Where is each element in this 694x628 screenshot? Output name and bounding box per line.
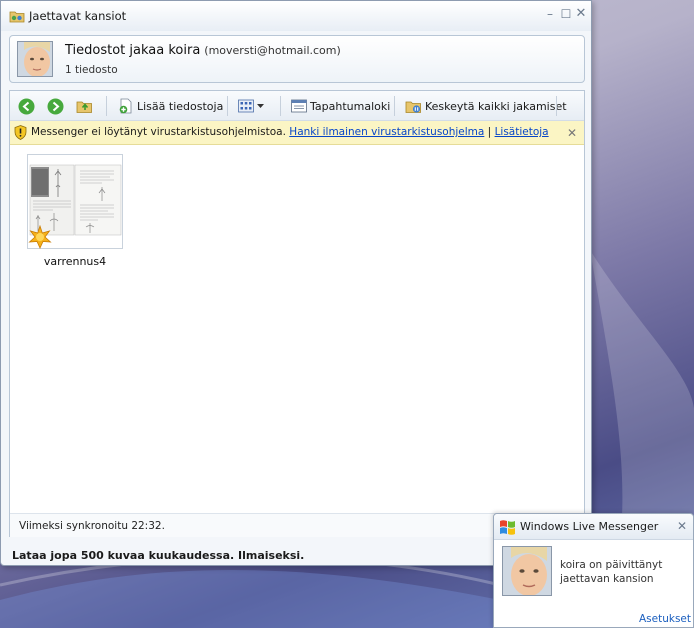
- add-file-icon: [119, 98, 132, 114]
- add-files-button[interactable]: Lisää tiedostoja: [118, 97, 223, 115]
- file-thumbnail[interactable]: [27, 154, 123, 249]
- new-star-icon: [28, 225, 52, 249]
- pause-folder-icon: [405, 101, 421, 113]
- event-log-button[interactable]: Tapahtumaloki: [291, 97, 390, 115]
- antivirus-message-text: Messenger ei löytänyt virustarkistusohje…: [31, 126, 286, 138]
- pause-sharing-label: Keskeytä kaikki jakamiset: [425, 99, 567, 113]
- pause-sharing-button[interactable]: Keskeytä kaikki jakamiset: [405, 97, 567, 115]
- avatar: [502, 546, 552, 596]
- arrow-left-icon: [18, 98, 35, 114]
- antivirus-message: Messenger ei löytänyt virustarkistusohje…: [31, 126, 549, 138]
- event-log-icon: [291, 99, 307, 113]
- event-log-label: Tapahtumaloki: [310, 99, 391, 113]
- get-antivirus-link[interactable]: Hanki ilmainen virustarkistusohjelma: [289, 126, 484, 138]
- messenger-notification[interactable]: Windows Live Messenger ✕ koira on päivit…: [493, 513, 694, 628]
- folder-up-icon: [76, 101, 92, 113]
- sharer-name: Tiedostot jakaa koira: [65, 43, 201, 58]
- toolbar-divider: [394, 96, 395, 116]
- toolbar-divider: [280, 96, 281, 116]
- promo-text[interactable]: Lataa jopa 500 kuvaa kuukaudessa. Ilmais…: [12, 549, 304, 562]
- chevron-down-icon: [257, 103, 264, 108]
- header-title: Tiedostot jakaa koira (moversti@hotmail.c…: [65, 43, 341, 58]
- avatar[interactable]: [17, 41, 53, 77]
- baby-photo-icon: [18, 42, 52, 76]
- shield-warning-icon: [14, 125, 27, 140]
- close-icon[interactable]: ✕: [677, 519, 687, 533]
- more-info-link[interactable]: Lisätietoja: [495, 126, 549, 138]
- minimize-icon[interactable]: –: [543, 7, 557, 21]
- baby-photo-icon: [503, 547, 551, 595]
- view-menu-button[interactable]: [238, 97, 264, 115]
- notification-header: Windows Live Messenger ✕: [494, 514, 693, 540]
- notification-app-title: Windows Live Messenger: [520, 520, 659, 533]
- file-name: varrennus4: [43, 255, 107, 268]
- file-count: 1 tiedosto: [65, 64, 118, 76]
- toolbar-divider: [227, 96, 228, 116]
- shared-folders-window: Jaettavat kansiot – ☐ ✕ Tiedostot jakaa …: [0, 0, 592, 566]
- link-separator: |: [487, 126, 492, 138]
- close-icon[interactable]: ✕: [574, 7, 588, 21]
- settings-link[interactable]: Asetukset: [639, 613, 691, 625]
- up-folder-button[interactable]: [76, 97, 93, 115]
- back-button[interactable]: [18, 97, 35, 115]
- maximize-icon[interactable]: ☐: [559, 7, 573, 21]
- forward-button[interactable]: [47, 97, 64, 115]
- last-sync-text: Viimeksi synkronoitu 22:32.: [19, 520, 165, 532]
- toolbar-divider: [106, 96, 107, 116]
- sharer-email: (moversti@hotmail.com): [204, 44, 341, 57]
- window-title: Jaettavat kansiot: [29, 9, 127, 23]
- arrow-right-icon: [47, 98, 64, 114]
- shared-folder-icon: [9, 11, 25, 23]
- content-area: Lisää tiedostoja Tapahtumaloki Keskeytä …: [9, 90, 585, 537]
- toolbar-divider: [556, 96, 557, 116]
- title-bar[interactable]: Jaettavat kansiot – ☐ ✕: [1, 1, 591, 31]
- toolbar: Lisää tiedostoja Tapahtumaloki Keskeytä …: [10, 91, 584, 121]
- close-icon[interactable]: ✕: [567, 126, 577, 140]
- notification-message: koira on päivittänyt jaettavan kansion: [560, 559, 663, 585]
- add-files-label: Lisää tiedostoja: [137, 99, 224, 113]
- windows-logo-icon: [500, 520, 515, 535]
- contact-header: Tiedostot jakaa koira (moversti@hotmail.c…: [9, 35, 585, 83]
- view-grid-icon: [238, 99, 254, 113]
- antivirus-warning-bar: Messenger ei löytänyt virustarkistusohje…: [10, 121, 584, 145]
